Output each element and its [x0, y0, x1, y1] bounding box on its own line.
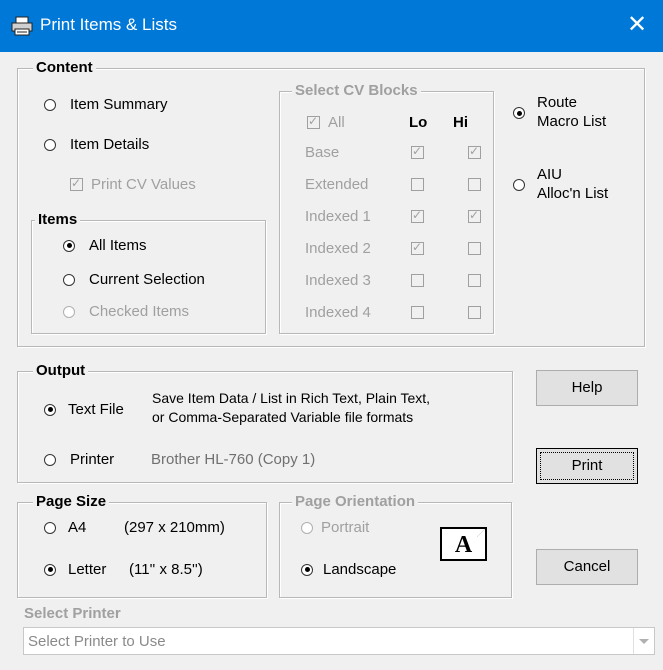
cv-block-label: Base	[305, 144, 340, 161]
radio-icon	[44, 138, 56, 151]
aiu-label: AIU	[537, 166, 563, 183]
chevron-down-icon	[639, 639, 649, 644]
cv-all-label: All	[328, 114, 345, 131]
current-selection-radio[interactable]: Current Selection	[63, 271, 205, 288]
printer-radio[interactable]: Printer	[44, 451, 114, 468]
cv-hi-checkbox[interactable]	[468, 242, 481, 255]
cv-lo-checkbox[interactable]	[411, 144, 424, 159]
text-file-description: Save Item Data / List in Rich Text, Plai…	[152, 389, 430, 427]
cv-lo-checkbox[interactable]	[411, 306, 424, 319]
lo-header: Lo	[409, 114, 428, 131]
print-cv-values-label: Print CV Values	[91, 176, 196, 193]
aiu-alloc-radio[interactable]: AIU Alloc'n List	[513, 166, 608, 202]
alloc-list-label: Alloc'n List	[537, 185, 609, 202]
item-summary-label: Item Summary	[70, 96, 168, 113]
item-summary-radio[interactable]: Item Summary	[44, 96, 168, 113]
text-file-radio[interactable]: Text File	[44, 401, 124, 418]
current-selection-label: Current Selection	[89, 271, 205, 288]
cv-lo-checkbox[interactable]	[411, 274, 424, 287]
dropdown-button[interactable]	[633, 628, 654, 654]
route-label: Route	[537, 94, 578, 111]
checked-items-label: Checked Items	[89, 303, 190, 320]
select-printer-combo[interactable]: Select Printer to Use	[23, 627, 655, 655]
cv-hi-checkbox[interactable]	[468, 306, 481, 319]
help-button[interactable]: Help	[536, 370, 638, 406]
cv-block-label: Indexed 4	[305, 304, 371, 321]
radio-icon	[301, 521, 313, 534]
radio-icon	[44, 453, 56, 466]
printer-icon	[11, 16, 33, 36]
item-details-label: Item Details	[70, 136, 150, 153]
landscape-radio[interactable]: Landscape	[301, 561, 396, 578]
radio-icon	[63, 239, 75, 252]
page-size-group	[17, 502, 267, 598]
portrait-label: Portrait	[321, 519, 370, 536]
close-icon[interactable]: ✕	[611, 0, 663, 52]
all-items-radio[interactable]: All Items	[63, 237, 147, 254]
item-details-radio[interactable]: Item Details	[44, 136, 149, 153]
cv-hi-checkbox[interactable]	[468, 208, 481, 223]
cv-block-row: Indexed 4	[0, 0, 481, 321]
content-legend: Content	[33, 60, 96, 76]
letter-dimensions: (11'' x 8.5'')	[129, 561, 203, 578]
a4-dimensions: (297 x 210mm)	[124, 519, 225, 536]
checkbox-icon	[307, 114, 320, 129]
radio-icon	[513, 107, 525, 119]
checkbox-icon	[70, 176, 83, 191]
radio-icon	[44, 403, 56, 416]
letter-label: Letter	[68, 561, 107, 578]
select-printer-value: Select Printer to Use	[28, 633, 166, 650]
print-cv-values-checkbox[interactable]: Print CV Values	[70, 176, 196, 193]
cv-hi-checkbox[interactable]	[468, 144, 481, 159]
cv-block-label: Indexed 3	[305, 272, 371, 289]
select-printer-label: Select Printer	[24, 605, 121, 622]
cv-lo-checkbox[interactable]	[411, 178, 424, 191]
checked-items-radio[interactable]: Checked Items	[63, 303, 189, 320]
radio-icon	[63, 305, 75, 318]
portrait-radio[interactable]: Portrait	[301, 519, 369, 536]
cv-lo-checkbox[interactable]	[411, 240, 424, 255]
radio-icon	[44, 521, 56, 534]
cancel-button[interactable]: Cancel	[536, 549, 638, 585]
page-glyph: A	[454, 532, 473, 558]
cv-all-checkbox[interactable]: All	[307, 114, 345, 131]
page-size-legend: Page Size	[33, 494, 110, 510]
cv-blocks-legend: Select CV Blocks	[292, 83, 421, 99]
output-legend: Output	[33, 363, 89, 379]
orientation-legend: Page Orientation	[292, 494, 419, 510]
cv-block-label: Indexed 1	[305, 208, 371, 225]
radio-icon	[44, 563, 56, 576]
print-button[interactable]: Print	[536, 448, 638, 484]
printer-name: Brother HL-760 (Copy 1)	[151, 451, 316, 468]
text-file-label: Text File	[68, 401, 124, 418]
radio-icon	[301, 563, 313, 576]
all-items-label: All Items	[89, 237, 147, 254]
route-macro-radio[interactable]: Route Macro List	[513, 94, 606, 130]
text-file-desc-line2: or Comma-Separated Variable file formats	[152, 409, 414, 425]
cv-lo-checkbox[interactable]	[411, 208, 424, 223]
window-title: Print Items & Lists	[40, 15, 177, 34]
cv-hi-checkbox[interactable]	[468, 178, 481, 191]
cv-hi-checkbox[interactable]	[468, 274, 481, 287]
cv-block-label: Extended	[305, 176, 369, 193]
printer-label: Printer	[70, 451, 115, 468]
a4-label: A4	[68, 519, 87, 536]
a4-radio[interactable]: A4	[44, 519, 86, 536]
hi-header: Hi	[453, 114, 468, 131]
letter-radio[interactable]: Letter	[44, 561, 106, 578]
radio-icon	[63, 273, 75, 286]
radio-icon	[513, 179, 525, 191]
landscape-page-icon: A	[440, 527, 487, 561]
cv-block-label: Indexed 2	[305, 240, 371, 257]
print-button-label: Print	[540, 452, 634, 480]
landscape-label: Landscape	[323, 561, 397, 578]
title-bar: Print Items & Lists ✕	[0, 0, 663, 52]
radio-icon	[44, 98, 56, 111]
text-file-desc-line1: Save Item Data / List in Rich Text, Plai…	[152, 390, 431, 406]
macro-list-label: Macro List	[537, 113, 607, 130]
items-legend: Items	[35, 212, 81, 228]
